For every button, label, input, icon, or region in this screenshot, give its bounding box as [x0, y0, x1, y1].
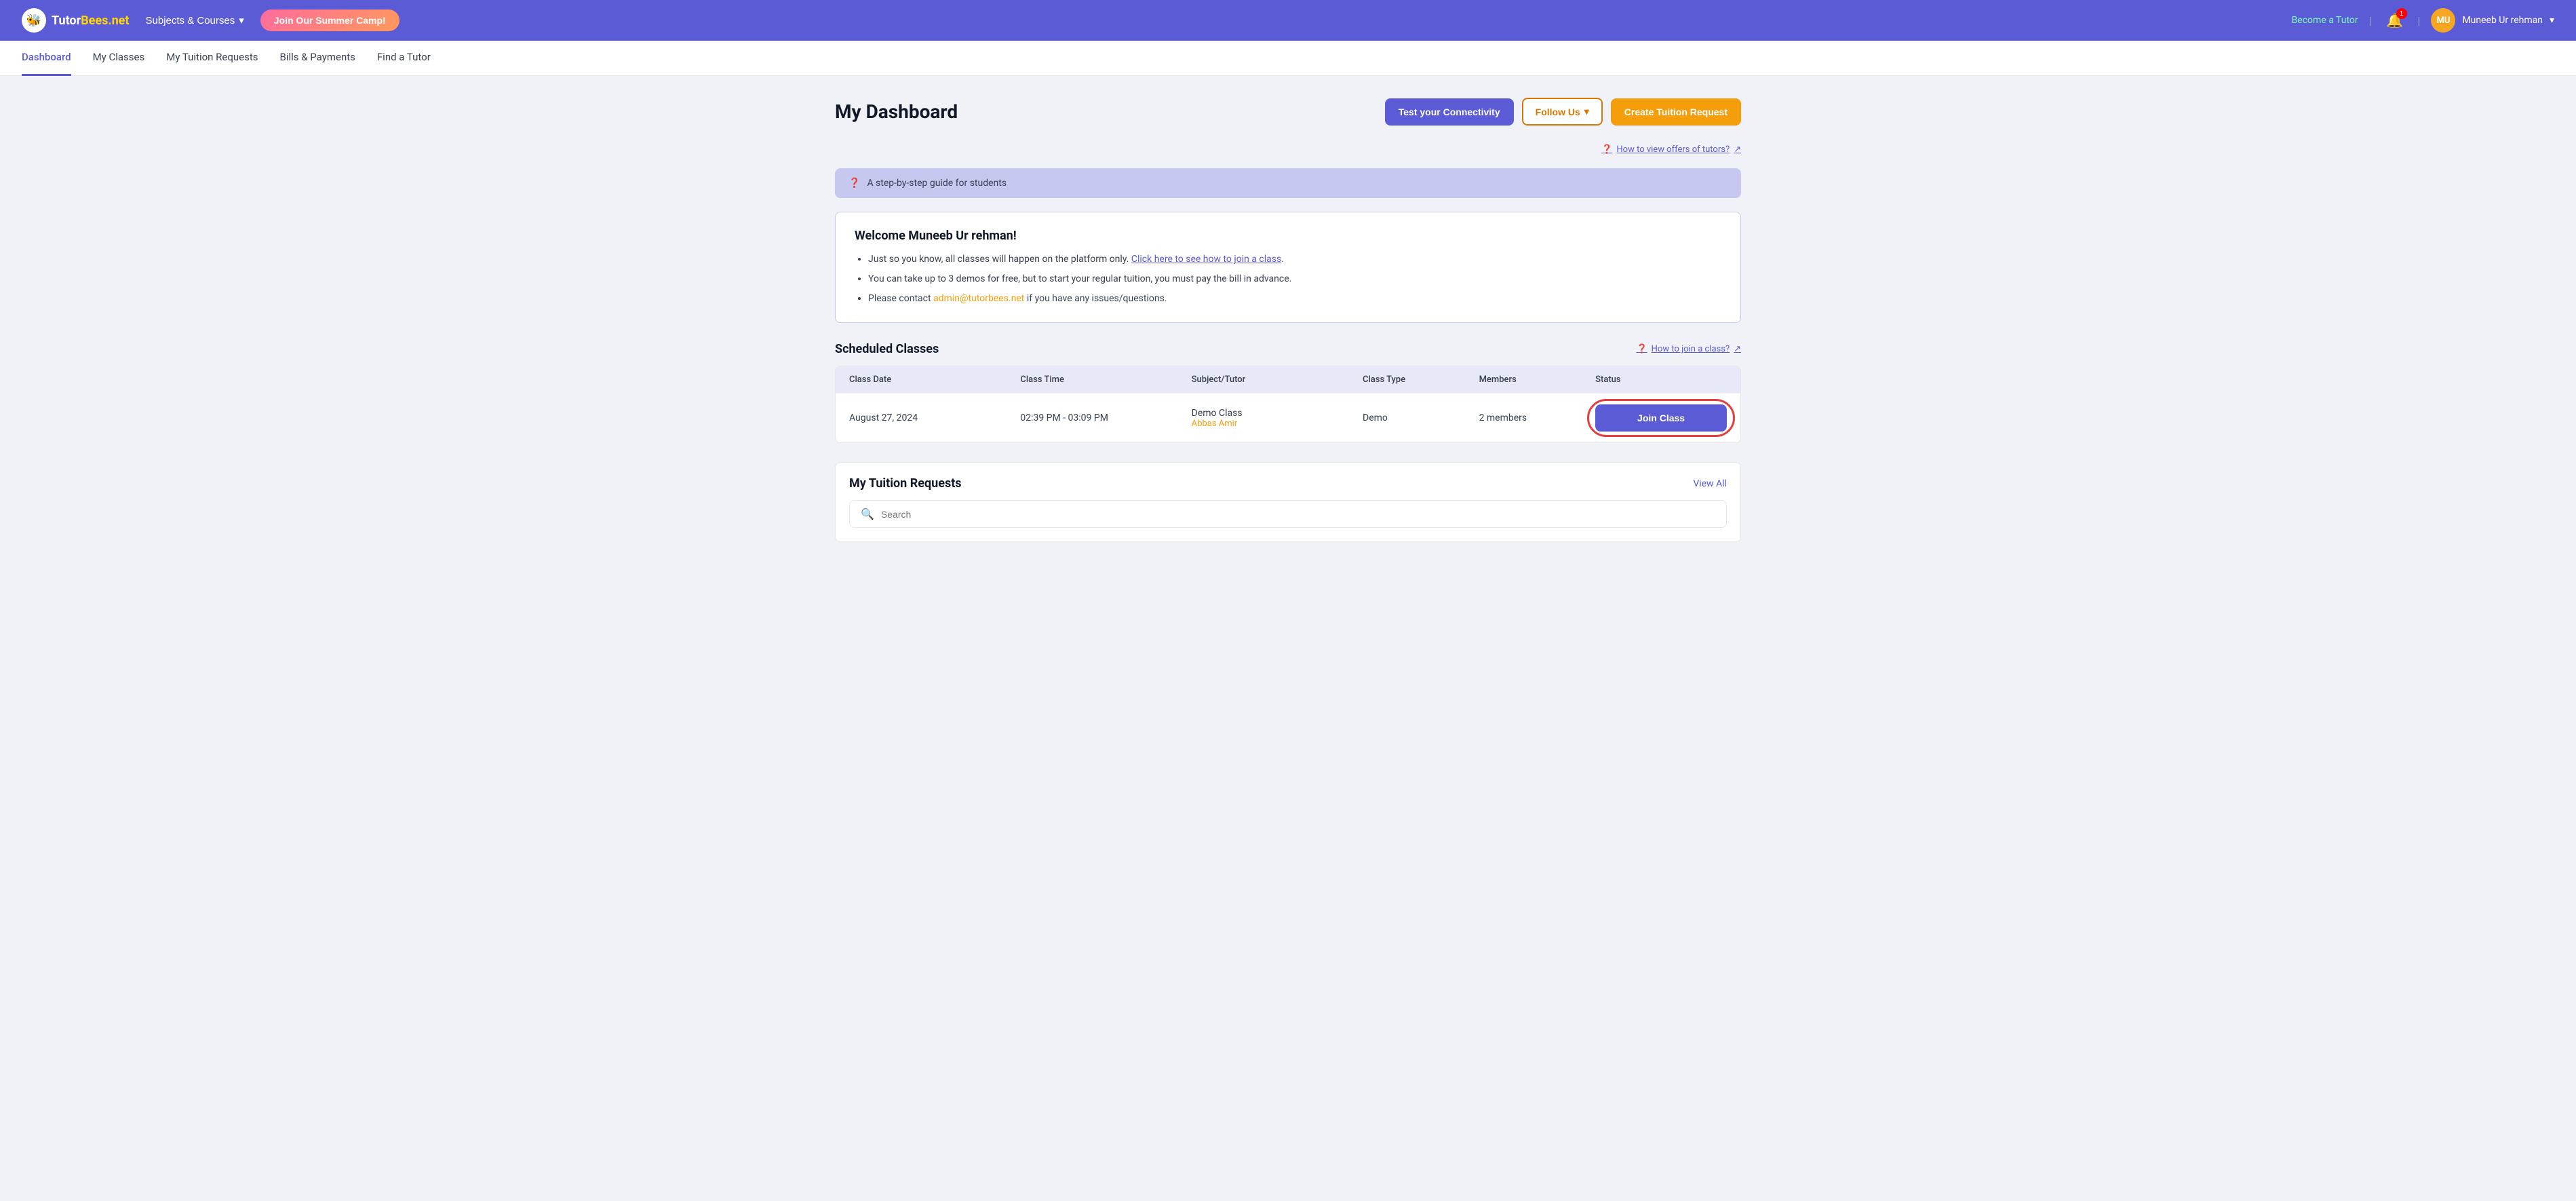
top-navigation: 🐝 TutorBees.net Subjects & Courses ▾ Joi…	[0, 0, 2576, 41]
scheduled-classes-title: Scheduled Classes	[835, 342, 939, 356]
join-class-button[interactable]: Join Class	[1595, 404, 1727, 432]
question-circle-icon: ❓	[848, 178, 860, 189]
dashboard-header: My Dashboard Test your Connectivity Foll…	[835, 98, 1741, 126]
logo[interactable]: 🐝 TutorBees.net	[22, 8, 130, 33]
chevron-down-icon: ▾	[1584, 106, 1589, 117]
col-subject-tutor: Subject/Tutor	[1192, 375, 1356, 385]
help-link-offers[interactable]: ❓ How to view offers of tutors? ↗	[835, 145, 1741, 155]
cell-members: 2 members	[1479, 413, 1589, 423]
scheduled-classes-header: Scheduled Classes ❓ How to join a class?…	[835, 342, 1741, 356]
question-icon: ❓	[1601, 145, 1612, 155]
question-icon: ❓	[1636, 344, 1647, 354]
search-bar: 🔍	[849, 500, 1727, 528]
cell-subject-tutor: Demo Class Abbas Amir	[1192, 408, 1356, 429]
follow-us-button[interactable]: Follow Us ▾	[1522, 98, 1603, 126]
nav-divider-2: |	[2418, 14, 2421, 27]
col-class-type: Class Type	[1363, 375, 1472, 385]
nav-bills-payments[interactable]: Bills & Payments	[280, 40, 355, 76]
connectivity-button[interactable]: Test your Connectivity	[1385, 98, 1514, 126]
external-link-icon: ↗	[1734, 145, 1741, 155]
search-icon: 🔍	[861, 508, 874, 520]
tuition-requests-title: My Tuition Requests	[849, 476, 962, 491]
chevron-down-icon: ▾	[239, 14, 244, 26]
nav-divider: |	[2369, 14, 2372, 27]
avatar: MU	[2431, 8, 2455, 33]
notification-badge: 1	[2396, 8, 2407, 19]
table-header-row: Class Date Class Time Subject/Tutor Clas…	[836, 366, 1740, 393]
subject-name: Demo Class	[1192, 408, 1356, 419]
admin-email-link[interactable]: admin@tutorbees.net	[933, 293, 1024, 304]
logo-icon: 🐝	[22, 8, 46, 33]
col-members: Members	[1479, 375, 1589, 385]
nav-tuition-requests[interactable]: My Tuition Requests	[166, 40, 258, 76]
cell-status: Join Class	[1595, 404, 1727, 432]
welcome-item-1: Just so you know, all classes will happe…	[868, 252, 1721, 267]
tuition-requests-section: My Tuition Requests View All 🔍	[835, 462, 1741, 542]
page-title: My Dashboard	[835, 100, 958, 123]
main-content: My Dashboard Test your Connectivity Foll…	[813, 76, 1763, 564]
nav-dashboard[interactable]: Dashboard	[22, 40, 71, 76]
join-class-wrapper: Join Class	[1595, 404, 1727, 432]
header-actions: Test your Connectivity Follow Us ▾ Creat…	[1385, 98, 1741, 126]
nav-right: Become a Tutor | 🔔 1 | MU Muneeb Ur rehm…	[2292, 8, 2554, 33]
create-tuition-button[interactable]: Create Tuition Request	[1611, 98, 1741, 126]
cell-time: 02:39 PM - 03:09 PM	[1020, 413, 1184, 423]
col-class-date: Class Date	[849, 375, 1013, 385]
cell-class-type: Demo	[1363, 413, 1472, 423]
cell-date: August 27, 2024	[849, 413, 1013, 423]
welcome-item-3: Please contact admin@tutorbees.net if yo…	[868, 292, 1721, 306]
scheduled-classes-table: Class Date Class Time Subject/Tutor Clas…	[835, 366, 1741, 443]
guide-banner: ❓ A step-by-step guide for students	[835, 168, 1741, 198]
welcome-list: Just so you know, all classes will happe…	[855, 252, 1721, 306]
table-row: August 27, 2024 02:39 PM - 03:09 PM Demo…	[836, 393, 1740, 442]
view-all-link[interactable]: View All	[1693, 478, 1727, 489]
nav-left: 🐝 TutorBees.net Subjects & Courses ▾ Joi…	[22, 8, 399, 33]
col-class-time: Class Time	[1020, 375, 1184, 385]
summer-camp-button[interactable]: Join Our Summer Camp!	[260, 9, 399, 31]
subjects-courses-button[interactable]: Subjects & Courses ▾	[146, 14, 244, 26]
col-status: Status	[1595, 375, 1727, 385]
how-to-join-link[interactable]: ❓ How to join a class? ↗	[1636, 344, 1741, 354]
search-input[interactable]	[881, 509, 1715, 520]
become-tutor-link[interactable]: Become a Tutor	[2292, 15, 2358, 26]
user-menu[interactable]: MU Muneeb Ur rehman ▾	[2431, 8, 2554, 33]
secondary-navigation: Dashboard My Classes My Tuition Requests…	[0, 41, 2576, 76]
join-class-link[interactable]: Click here to see how to join a class	[1131, 254, 1281, 265]
nav-find-tutor[interactable]: Find a Tutor	[377, 40, 431, 76]
welcome-box: Welcome Muneeb Ur rehman! Just so you kn…	[835, 212, 1741, 323]
tutor-name: Abbas Amir	[1192, 419, 1356, 429]
notification-button[interactable]: 🔔 1	[2383, 8, 2407, 33]
user-name: Muneeb Ur rehman	[2462, 15, 2543, 26]
nav-my-classes[interactable]: My Classes	[93, 40, 145, 76]
tuition-requests-header: My Tuition Requests View All	[849, 476, 1727, 491]
welcome-item-2: You can take up to 3 demos for free, but…	[868, 272, 1721, 286]
logo-text: TutorBees.net	[52, 14, 130, 28]
chevron-down-icon: ▾	[2550, 15, 2554, 26]
external-link-icon: ↗	[1734, 344, 1741, 354]
welcome-title: Welcome Muneeb Ur rehman!	[855, 229, 1721, 243]
